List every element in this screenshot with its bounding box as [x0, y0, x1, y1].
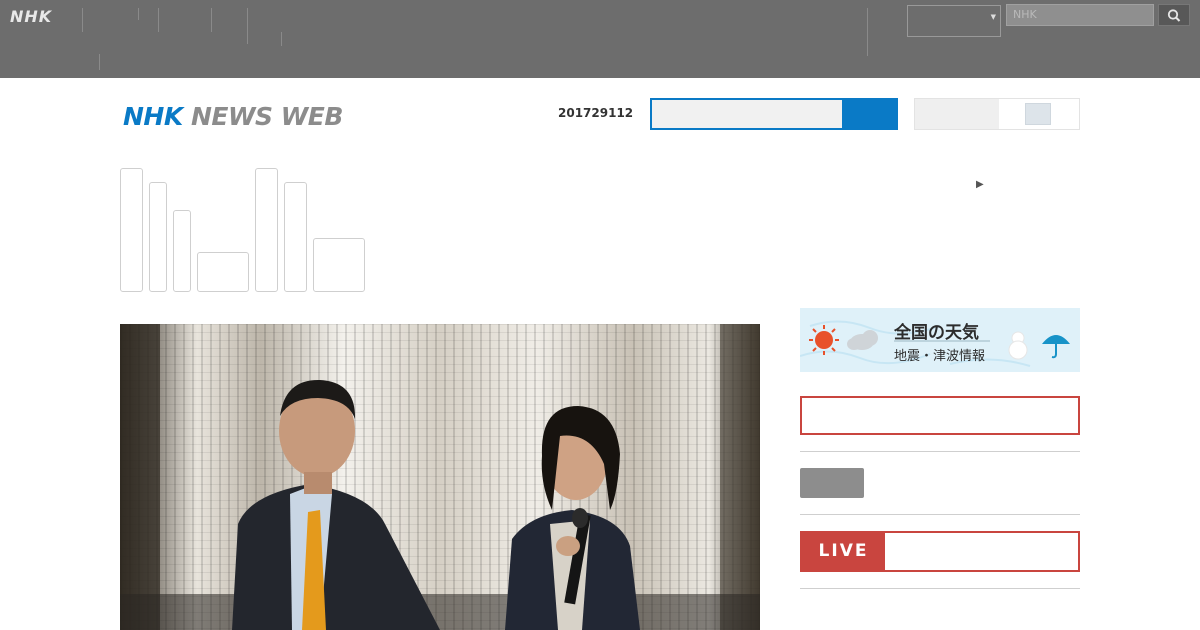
font-size-label: ﾠﾠﾠﾠﾠ: [915, 99, 999, 129]
global-nav-item[interactable]: ﾠﾠ ﾠﾠﾠﾠ ﾠﾠﾠ: [247, 8, 289, 44]
weather-title: 全国の天気: [894, 323, 979, 343]
divider: [800, 588, 1080, 589]
more-news-link[interactable]: ▶ ﾠﾠﾠﾠﾠﾠﾠﾠﾠﾠ: [976, 172, 1119, 192]
category-tab[interactable]: [255, 168, 278, 292]
news-web-logo[interactable]: NHK NEWS WEB: [123, 102, 343, 131]
snowman-icon: [1008, 331, 1028, 360]
global-search-input[interactable]: NHK: [1006, 4, 1154, 26]
alert-banner[interactable]: ﾠﾠﾠﾠﾠﾠﾠﾠﾠﾠﾠﾠﾠﾠﾠﾠﾠﾠﾠﾠ: [800, 396, 1080, 435]
live-stream-title: ﾠﾠﾠ ﾠﾠﾠﾠﾠﾠﾠﾠﾠﾠ: [900, 541, 1109, 561]
category-tab[interactable]: [149, 182, 167, 292]
logo-nhk-text: NHK: [123, 102, 183, 131]
category-tab[interactable]: ﾠﾠﾠﾠ ﾠﾠ: [197, 252, 254, 292]
current-date: 201729112: [558, 106, 634, 120]
weather-banner[interactable]: 全国の天気 地震・津波情報: [800, 308, 1080, 372]
live-badge: LIVE: [802, 533, 885, 570]
news-search-input[interactable]: [652, 100, 842, 128]
sun-icon: [809, 325, 839, 355]
nav-divider: [99, 54, 100, 70]
global-nav-item[interactable]: ﾠﾠﾠﾠ ﾠﾠﾠ: [158, 8, 200, 32]
live-stream-banner[interactable]: LIVE ﾠﾠﾠ ﾠﾠﾠﾠﾠﾠﾠﾠﾠﾠ: [800, 531, 1109, 572]
search-icon: [1167, 9, 1181, 22]
util-link[interactable]: ﾠﾠﾠ ﾠﾠﾠ: [871, 8, 901, 32]
program-thumbnail[interactable]: [800, 468, 864, 498]
nav-divider: [281, 32, 282, 46]
cloud-icon: [847, 330, 878, 350]
category-tab[interactable]: [173, 210, 191, 292]
press-conference-image: [120, 324, 760, 630]
font-size-toggle[interactable]: [1025, 103, 1051, 125]
global-search-button[interactable]: [1158, 4, 1190, 26]
language-select[interactable]: ﾠﾠ ▼: [907, 5, 1001, 37]
divider: [800, 514, 1080, 515]
umbrella-icon: [1042, 335, 1070, 359]
language-select-value: ﾠﾠ: [912, 22, 933, 35]
category-tab[interactable]: [284, 182, 307, 292]
quake-tsunami-info: 地震・津波情報: [894, 349, 986, 364]
global-nav-item[interactable]: ﾠﾠﾠ ﾠﾠﾠ: [103, 8, 134, 32]
global-topbar: NHK ﾠﾠ ﾠﾠ ﾠﾠﾠ ﾠﾠﾠ ﾠﾠ ﾠﾠﾠﾠ ﾠﾠﾠ ﾠﾠﾠ ﾠﾠﾠ ﾠﾠ…: [0, 0, 1200, 78]
global-nav-item[interactable]: ﾠﾠ: [138, 8, 160, 20]
category-tab[interactable]: ﾠﾠﾠ ﾠﾠﾠﾠ: [313, 238, 370, 292]
nhk-logo[interactable]: NHK: [10, 7, 52, 26]
global-nav-item[interactable]: ﾠﾠﾠ ﾠﾠﾠ: [211, 8, 243, 32]
util-divider: [867, 8, 868, 56]
global-nav-item[interactable]: ﾠﾠ ﾠﾠ: [82, 8, 104, 32]
category-tab[interactable]: [120, 168, 143, 292]
logo-newsweb-text: NEWS WEB: [190, 102, 344, 131]
more-news-label: ﾠﾠﾠﾠﾠﾠﾠﾠﾠﾠ: [989, 175, 1119, 191]
triangle-right-icon: ▶: [976, 179, 984, 190]
news-search: [650, 98, 898, 130]
font-size-control: ﾠﾠﾠﾠﾠ: [914, 98, 1080, 130]
divider: [800, 451, 1080, 452]
top-news-photo[interactable]: [120, 324, 760, 630]
chevron-down-icon: ▼: [990, 13, 996, 21]
side-link[interactable]: ﾠﾠﾠﾠﾠﾠ: [882, 474, 965, 495]
